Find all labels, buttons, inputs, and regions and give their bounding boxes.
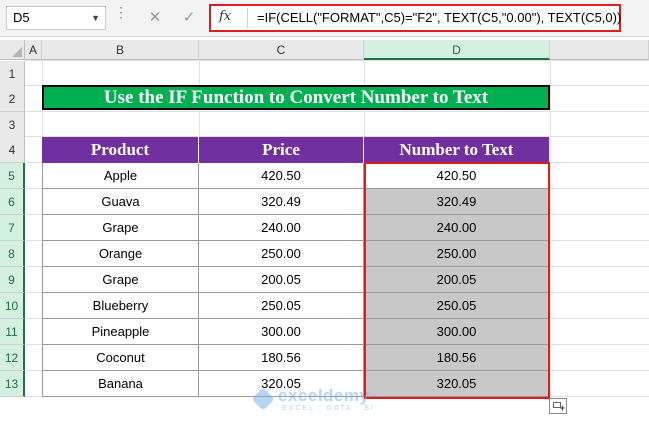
select-all-icon	[12, 47, 22, 57]
table-cell[interactable]: Banana	[42, 371, 199, 397]
table-cell[interactable]: 420.50	[364, 163, 550, 189]
table-cell[interactable]: 300.00	[199, 319, 364, 345]
table-cell[interactable]: 180.56	[199, 345, 364, 371]
row-header-6[interactable]: 6	[0, 189, 25, 215]
table-cell[interactable]: 420.50	[199, 163, 364, 189]
formula-separator	[247, 8, 248, 28]
gridline-horizontal	[25, 60, 649, 61]
cancel-icon[interactable]: ✕	[144, 7, 166, 29]
table-cell[interactable]: 250.05	[199, 293, 364, 319]
column-header-empty	[550, 40, 649, 60]
quick-analysis-button[interactable]: +	[549, 398, 567, 414]
table-header-cell[interactable]: Price	[199, 137, 364, 163]
chevron-down-icon[interactable]: ▼	[91, 7, 100, 29]
table-header-cell[interactable]: Number to Text	[364, 137, 550, 163]
row-header-9[interactable]: 9	[0, 267, 25, 293]
function-icon[interactable]: fx	[219, 9, 231, 24]
row-header-8[interactable]: 8	[0, 241, 25, 267]
table-cell[interactable]: 300.00	[364, 319, 550, 345]
row-header-7[interactable]: 7	[0, 215, 25, 241]
table-header-cell[interactable]: Product	[42, 137, 199, 163]
table-cell[interactable]: Pineapple	[42, 319, 199, 345]
table-cell[interactable]: 200.05	[199, 267, 364, 293]
watermark-name: exceldemy	[278, 386, 370, 405]
table-cell[interactable]: 180.56	[364, 345, 550, 371]
table-cell[interactable]: Blueberry	[42, 293, 199, 319]
table-cell[interactable]: Orange	[42, 241, 199, 267]
select-all-button[interactable]	[0, 40, 25, 60]
watermark-tagline: EXCEL · DATA · BI	[282, 405, 375, 412]
column-header-c[interactable]: C	[199, 40, 364, 60]
plus-icon: +	[559, 403, 565, 413]
table-cell[interactable]: 250.05	[364, 293, 550, 319]
table-cell[interactable]: Grape	[42, 215, 199, 241]
formula-bar: D5 ▼ ⋮ ✕ ✓ fx =IF(CELL("FORMAT",C5)="F2"…	[0, 0, 649, 37]
row-header-2[interactable]: 2	[0, 86, 25, 112]
table-cell[interactable]: 320.49	[364, 189, 550, 215]
column-header-b[interactable]: B	[42, 40, 199, 60]
row-header-5[interactable]: 5	[0, 163, 25, 189]
table-cell[interactable]: Coconut	[42, 345, 199, 371]
watermark-logo: exceldemy EXCEL · DATA · BI	[251, 386, 402, 414]
row-header-12[interactable]: 12	[0, 345, 25, 371]
row-header-4[interactable]: 4	[0, 137, 25, 163]
column-header-a[interactable]: A	[25, 40, 42, 60]
name-box[interactable]: D5 ▼	[6, 6, 106, 30]
name-box-value: D5	[13, 10, 30, 25]
column-header-d[interactable]: D	[364, 40, 550, 60]
table-cell[interactable]: Grape	[42, 267, 199, 293]
table-cell[interactable]: 320.49	[199, 189, 364, 215]
row-header-11[interactable]: 11	[0, 319, 25, 345]
row-header-10[interactable]: 10	[0, 293, 25, 319]
formula-text[interactable]: =IF(CELL("FORMAT",C5)="F2", TEXT(C5,"0.0…	[257, 10, 621, 25]
table-cell[interactable]: 200.05	[364, 267, 550, 293]
formula-input[interactable]: fx =IF(CELL("FORMAT",C5)="F2", TEXT(C5,"…	[209, 4, 621, 32]
row-header-3[interactable]: 3	[0, 112, 25, 138]
sheet-title[interactable]: Use the IF Function to Convert Number to…	[42, 85, 550, 110]
table-cell[interactable]: 240.00	[364, 215, 550, 241]
row-header-13[interactable]: 13	[0, 371, 25, 397]
logo-icon	[251, 387, 275, 411]
table-cell[interactable]: Guava	[42, 189, 199, 215]
gridline-horizontal	[25, 111, 649, 112]
table-cell[interactable]: 240.00	[199, 215, 364, 241]
drag-handle-icon[interactable]: ⋮	[114, 5, 128, 19]
table-cell[interactable]: Apple	[42, 163, 199, 189]
table-cell[interactable]: 250.00	[199, 241, 364, 267]
enter-icon[interactable]: ✓	[178, 7, 200, 29]
table-cell[interactable]: 250.00	[364, 241, 550, 267]
row-header-1[interactable]: 1	[0, 61, 25, 87]
